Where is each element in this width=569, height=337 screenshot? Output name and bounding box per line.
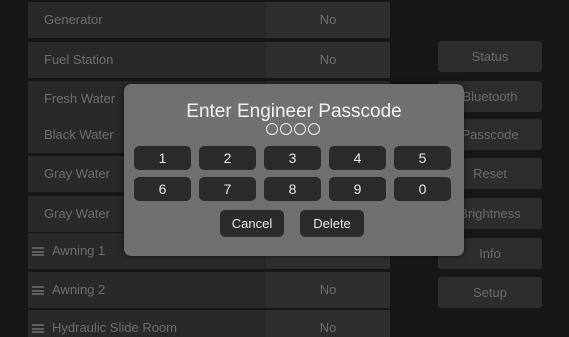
key-4[interactable]: 4 xyxy=(329,146,386,170)
key-0[interactable]: 0 xyxy=(394,177,451,201)
key-5[interactable]: 5 xyxy=(394,146,451,170)
passcode-dialog: Enter Engineer Passcode 1 2 3 4 5 6 7 8 … xyxy=(124,84,464,256)
pin-dot xyxy=(266,123,278,135)
key-3[interactable]: 3 xyxy=(264,146,321,170)
pin-indicator xyxy=(266,123,326,135)
key-1[interactable]: 1 xyxy=(134,146,191,170)
delete-button[interactable]: Delete xyxy=(300,210,364,237)
key-9[interactable]: 9 xyxy=(329,177,386,201)
key-2[interactable]: 2 xyxy=(199,146,256,170)
pin-dot xyxy=(308,123,320,135)
pin-dot xyxy=(280,123,292,135)
key-6[interactable]: 6 xyxy=(134,177,191,201)
key-8[interactable]: 8 xyxy=(264,177,321,201)
key-7[interactable]: 7 xyxy=(199,177,256,201)
dialog-title: Enter Engineer Passcode xyxy=(186,101,402,122)
screen: Generator No Fuel Station No Fresh Water… xyxy=(0,0,569,337)
cancel-button[interactable]: Cancel xyxy=(220,210,284,237)
pin-dot xyxy=(294,123,306,135)
